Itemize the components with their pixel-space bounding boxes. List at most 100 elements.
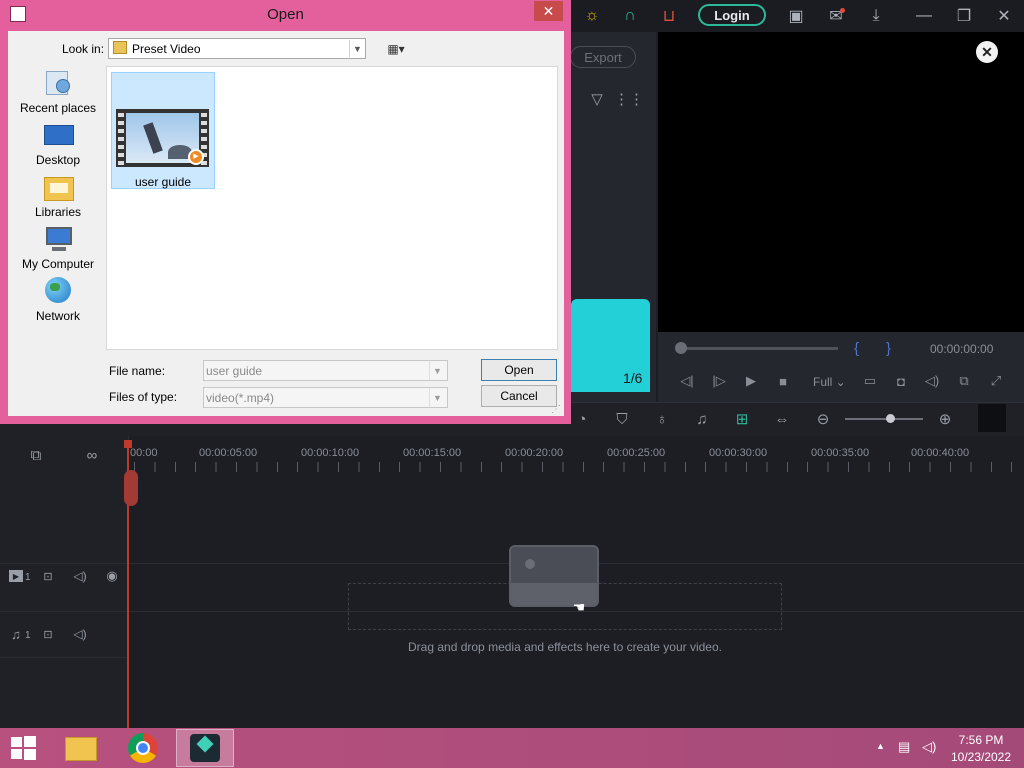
zoom-slider[interactable]	[845, 418, 923, 420]
close-preview-button[interactable]: ✕	[976, 41, 998, 63]
scrubber-handle[interactable]	[675, 342, 687, 354]
layout-icon[interactable]: ⧉	[953, 370, 975, 392]
zoom-out-icon[interactable]: ⊖	[811, 407, 835, 431]
folder-icon	[113, 41, 127, 54]
cancel-button[interactable]: Cancel	[481, 385, 557, 407]
place-libraries[interactable]: Libraries	[14, 173, 102, 223]
display-icon[interactable]: ▭	[859, 370, 881, 392]
playhead-marker[interactable]	[124, 470, 138, 506]
file-explorer-taskbar-button[interactable]	[58, 730, 104, 766]
add-track-icon[interactable]: ⧉	[24, 443, 48, 467]
tick-label: 00:00:25:00	[607, 447, 666, 459]
track-divider	[0, 657, 128, 658]
hand-cursor-icon: ☚	[572, 598, 586, 615]
network-icon[interactable]: ▤	[898, 739, 910, 755]
place-recent-places[interactable]: Recent places	[14, 69, 102, 119]
zoom-slider-handle[interactable]	[886, 414, 895, 423]
snap-icon[interactable]: ⊞	[730, 407, 754, 431]
step-back-icon[interactable]: |▷	[708, 370, 730, 392]
start-button[interactable]	[8, 734, 38, 762]
place-label: Recent places	[19, 101, 97, 115]
media-counter: 1/6	[623, 370, 643, 386]
volume-icon[interactable]: ◁)	[921, 370, 943, 392]
place-label: Desktop	[35, 153, 81, 167]
track-panel-toggle[interactable]	[978, 404, 1006, 432]
filmora-taskbar-button[interactable]	[176, 729, 234, 767]
preview-scrubber[interactable]	[680, 347, 838, 350]
mute-icon[interactable]: ◁)	[68, 622, 92, 646]
mail-icon[interactable]: ✉	[824, 4, 848, 28]
mute-icon[interactable]: ◁)	[68, 564, 92, 588]
link-icon[interactable]: ∞	[80, 443, 104, 467]
lock-icon[interactable]: ⊡	[36, 622, 60, 646]
libraries-icon	[42, 173, 74, 201]
places-bar: Recent places Desktop Libraries My Compu…	[14, 65, 102, 355]
minimize-icon[interactable]: —	[912, 4, 936, 28]
tick-label: 00:00:05:00	[199, 447, 258, 459]
microphone-icon[interactable]: ♁	[650, 407, 674, 431]
chrome-icon	[128, 733, 158, 763]
tick-label: 00:00:20:00	[505, 447, 564, 459]
video-track-icon: ▶	[9, 570, 23, 582]
place-desktop[interactable]: Desktop	[14, 121, 102, 171]
speaker-icon[interactable]: ◁)	[922, 739, 936, 755]
prev-frame-icon[interactable]: ◁|	[676, 370, 698, 392]
download-icon[interactable]: ⤓	[864, 4, 888, 28]
show-hidden-icons[interactable]: ▲	[876, 741, 885, 751]
view-menu-button[interactable]: ▦▾	[382, 40, 410, 57]
chrome-taskbar-button[interactable]	[120, 730, 166, 766]
grid-view-icon[interactable]: ⋮⋮	[614, 87, 644, 111]
network-globe-icon	[42, 277, 74, 305]
dialog-title: Open	[267, 6, 304, 23]
cart-icon[interactable]: ⊔	[657, 4, 681, 28]
file-name-label: user guide	[134, 175, 192, 189]
clock-date[interactable]: 10/23/2022	[945, 750, 1017, 764]
timeline-ruler[interactable]	[134, 462, 1024, 472]
open-button[interactable]: Open	[481, 359, 557, 381]
video-file-icon: ▶	[116, 109, 209, 167]
place-label: My Computer	[21, 257, 95, 271]
chevron-down-icon[interactable]: ▼	[429, 388, 445, 407]
filter-icon[interactable]: ▽	[585, 87, 609, 111]
file-name-input[interactable]	[203, 360, 448, 381]
mark-out-icon[interactable]: }	[886, 340, 891, 357]
file-name-label-text: File name:	[109, 364, 166, 378]
play-icon[interactable]: ▶	[740, 370, 762, 392]
place-my-computer[interactable]: My Computer	[14, 225, 102, 275]
stop-icon[interactable]: ■	[772, 370, 794, 392]
chevron-down-icon[interactable]: ▼	[349, 40, 365, 57]
save-icon[interactable]: ▣	[784, 4, 808, 28]
audio-track-icon: ♫	[11, 626, 21, 642]
zoom-in-icon[interactable]: ⊕	[933, 407, 957, 431]
headset-icon[interactable]: ∩	[618, 4, 642, 28]
login-button[interactable]: Login	[698, 4, 766, 26]
speed-icon[interactable]: ◔	[570, 407, 594, 431]
audio-mix-icon[interactable]: ♫	[690, 407, 714, 431]
restore-icon[interactable]: ❐	[952, 4, 976, 28]
tick-label: 00:00:40:00	[911, 447, 970, 459]
playhead-handle[interactable]	[124, 440, 132, 448]
chevron-down-icon[interactable]: ▼	[429, 361, 445, 380]
notification-dot	[840, 8, 845, 13]
snapshot-icon[interactable]: ◘	[890, 370, 912, 392]
fit-timeline-icon[interactable]: ⇔	[770, 407, 794, 431]
video-track-number: 1	[25, 572, 31, 583]
marker-icon[interactable]: ⛉	[610, 407, 634, 431]
tick-label: 00:00:15:00	[403, 447, 462, 459]
drop-hint: Drag and drop media and effects here to …	[408, 640, 722, 654]
quality-select[interactable]: Full ⌄	[813, 375, 846, 389]
lightbulb-icon[interactable]: ☼	[580, 4, 604, 28]
clock-time[interactable]: 7:56 PM	[950, 733, 1012, 747]
export-button[interactable]: Export	[570, 46, 636, 68]
dialog-close-button[interactable]: ✕	[534, 1, 563, 21]
place-network[interactable]: Network	[14, 277, 102, 327]
place-label: Libraries	[34, 205, 82, 219]
lock-icon[interactable]: ⊡	[36, 564, 60, 588]
tick-label: 00:00:35:00	[811, 447, 870, 459]
eye-icon[interactable]: ◉	[100, 564, 124, 588]
close-icon[interactable]: ✕	[992, 4, 1016, 28]
look-in-value: Preset Video	[132, 42, 201, 56]
resize-grip[interactable]: ⋰	[551, 404, 561, 415]
fullscreen-icon[interactable]: ⤢	[985, 370, 1007, 392]
mark-in-icon[interactable]: {	[854, 340, 859, 357]
